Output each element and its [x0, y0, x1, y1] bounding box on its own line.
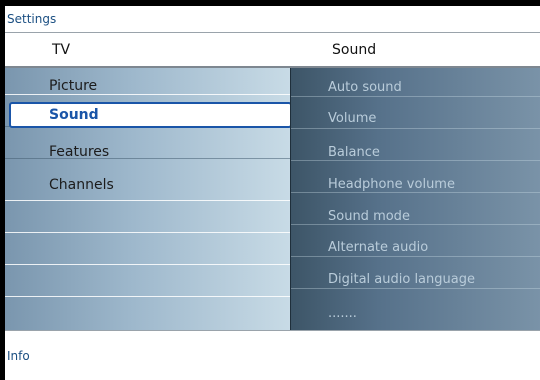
submenu-item-more[interactable]: ....... — [328, 304, 357, 324]
header-left-title: TV — [52, 42, 71, 58]
submenu-item-alternate-audio[interactable]: Alternate audio — [328, 238, 428, 258]
menu-item-features[interactable]: Features — [49, 142, 109, 162]
header-row: TV Sound — [5, 33, 540, 68]
submenu-panel: Auto sound Volume Balance Headphone volu… — [290, 68, 540, 330]
menu-divider — [5, 158, 290, 159]
info-label: Info — [7, 349, 30, 363]
submenu-item-digital-audio-language[interactable]: Digital audio language — [328, 270, 475, 290]
title-bar: Settings — [5, 6, 540, 33]
menu-item-sound-label: Sound — [49, 107, 99, 123]
menu-divider — [5, 200, 290, 201]
menu-divider — [5, 264, 290, 265]
submenu-item-auto-sound[interactable]: Auto sound — [328, 78, 402, 98]
menu-divider — [5, 232, 290, 233]
menu-item-channels[interactable]: Channels — [49, 175, 114, 195]
menu-item-sound-selected[interactable]: Sound — [9, 102, 292, 128]
menu-item-picture[interactable]: Picture — [49, 76, 97, 96]
menu-divider — [5, 94, 290, 95]
submenu-item-volume[interactable]: Volume — [328, 109, 376, 129]
header-right-title: Sound — [332, 42, 377, 58]
tv-settings-screen: Settings TV Sound Picture Features Chann… — [0, 0, 540, 380]
submenu-item-balance[interactable]: Balance — [328, 143, 380, 163]
info-bar: Info — [5, 330, 540, 380]
submenu-item-headphone-volume[interactable]: Headphone volume — [328, 175, 455, 195]
menu-divider — [5, 296, 290, 297]
window-title: Settings — [7, 12, 57, 26]
submenu-item-sound-mode[interactable]: Sound mode — [328, 207, 410, 227]
